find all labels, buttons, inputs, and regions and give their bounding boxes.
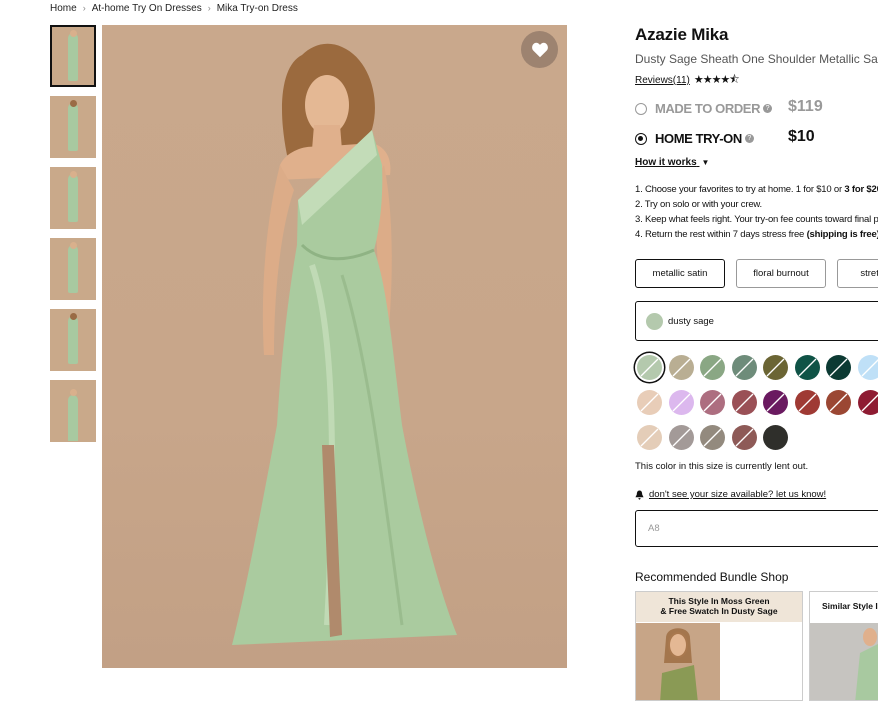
breadcrumb-separator: › (208, 3, 211, 14)
stock-message: This color in this size is currently len… (635, 461, 808, 472)
how-it-works-label: How it works (635, 157, 697, 168)
bundle-card-header: Similar Style In (810, 592, 878, 627)
bundle-section-title: Recommended Bundle Shop (635, 570, 788, 584)
size-field[interactable]: A8 (635, 510, 878, 547)
how-it-works-toggle[interactable]: How it works ▼ (635, 157, 709, 168)
breadcrumb-current[interactable]: Mika Try-on Dress (217, 3, 298, 14)
color-swatch[interactable] (669, 425, 694, 450)
color-swatch[interactable] (826, 355, 851, 380)
bundle-card-image (636, 623, 720, 701)
thumbnail-5[interactable] (50, 309, 96, 371)
color-swatch[interactable] (669, 390, 694, 415)
question-icon[interactable]: ? (745, 134, 754, 143)
color-swatch[interactable] (637, 425, 662, 450)
thumbnail-3[interactable] (50, 167, 96, 229)
product-main-image[interactable] (102, 25, 567, 668)
product-info-panel: Azazie Mika Dusty Sage Sheath One Should… (635, 25, 878, 90)
color-swatch[interactable] (858, 390, 878, 415)
color-selector[interactable]: dusty sage (635, 301, 878, 341)
color-swatch[interactable] (763, 425, 788, 450)
color-swatch[interactable] (732, 355, 757, 380)
price-home-try-on: $10 (788, 128, 815, 146)
thumbnail-6[interactable] (50, 380, 96, 442)
reviews-row: Reviews(11) ★★★★⯪ (635, 71, 878, 90)
radio-made-to-order[interactable] (635, 103, 647, 115)
step-2: 2. Try on solo or with your crew. (635, 197, 878, 212)
option-label: HOME TRY-ON (655, 131, 742, 146)
color-swatch[interactable] (669, 355, 694, 380)
model-illustration (102, 25, 567, 668)
color-swatch[interactable] (795, 390, 820, 415)
color-swatch[interactable] (732, 425, 757, 450)
fabric-option-stretch[interactable]: stretc (837, 259, 878, 288)
step-3: 3. Keep what feels right. Your try-on fe… (635, 212, 878, 227)
color-swatch[interactable] (858, 355, 878, 380)
breadcrumb-home[interactable]: Home (50, 3, 77, 14)
size-notify-link[interactable]: don't see your size available? let us kn… (649, 489, 826, 500)
color-swatch[interactable] (763, 355, 788, 380)
question-icon[interactable]: ? (763, 104, 772, 113)
size-notify: don't see your size available? let us kn… (635, 489, 826, 500)
bundle-card-title: This Style In Moss Green (638, 596, 800, 606)
reviews-link[interactable]: Reviews(11) (635, 75, 690, 86)
how-it-works-steps: 1. Choose your favorites to try at home.… (635, 182, 878, 242)
selected-color-label: dusty sage (668, 316, 714, 327)
fabric-option-floral-burnout[interactable]: floral burnout (736, 259, 826, 288)
color-swatch[interactable] (700, 355, 725, 380)
thumbnail-4[interactable] (50, 238, 96, 300)
bundle-card-1[interactable]: This Style In Moss Green & Free Swatch I… (635, 591, 803, 701)
breadcrumb-category[interactable]: At-home Try On Dresses (92, 3, 202, 14)
color-swatch[interactable] (763, 390, 788, 415)
step-4: 4. Return the rest within 7 days stress … (635, 227, 878, 242)
bundle-card-image (810, 623, 878, 701)
color-swatch[interactable] (826, 390, 851, 415)
bundle-card-2[interactable]: Similar Style In (809, 591, 878, 701)
step-1: 1. Choose your favorites to try at home.… (635, 182, 878, 197)
heart-icon (531, 42, 549, 58)
thumbnail-2[interactable] (50, 96, 96, 158)
bundle-card-header: This Style In Moss Green & Free Swatch I… (636, 592, 802, 622)
caret-down-icon: ▼ (701, 158, 709, 167)
color-swatch[interactable] (700, 425, 725, 450)
bell-icon (635, 490, 644, 500)
bundle-card-title: Similar Style In (812, 601, 878, 611)
rating-stars: ★★★★⯪ (694, 71, 739, 90)
breadcrumb-separator: › (83, 3, 86, 14)
option-made-to-order[interactable]: MADE TO ORDER ? (635, 101, 772, 116)
radio-home-try-on[interactable] (635, 133, 647, 145)
breadcrumb: Home › At-home Try On Dresses › Mika Try… (50, 3, 298, 14)
color-swatch[interactable] (637, 390, 662, 415)
fabric-option-metallic-satin[interactable]: metallic satin (635, 259, 725, 288)
color-swatch[interactable] (732, 390, 757, 415)
price-made-to-order: $119 (788, 98, 823, 116)
color-swatch[interactable] (637, 355, 662, 380)
color-swatch[interactable] (700, 390, 725, 415)
product-subtitle: Dusty Sage Sheath One Shoulder Metallic … (635, 52, 878, 66)
thumbnail-1[interactable] (50, 25, 96, 87)
thumbnail-strip (50, 25, 96, 451)
bundle-card-subtitle: & Free Swatch In Dusty Sage (638, 606, 800, 616)
option-label: MADE TO ORDER (655, 101, 760, 116)
option-home-try-on[interactable]: HOME TRY-ON ? (635, 131, 754, 146)
favorite-button[interactable] (521, 31, 558, 68)
selected-color-dot (646, 313, 663, 330)
product-title: Azazie Mika (635, 25, 878, 45)
color-swatch[interactable] (795, 355, 820, 380)
